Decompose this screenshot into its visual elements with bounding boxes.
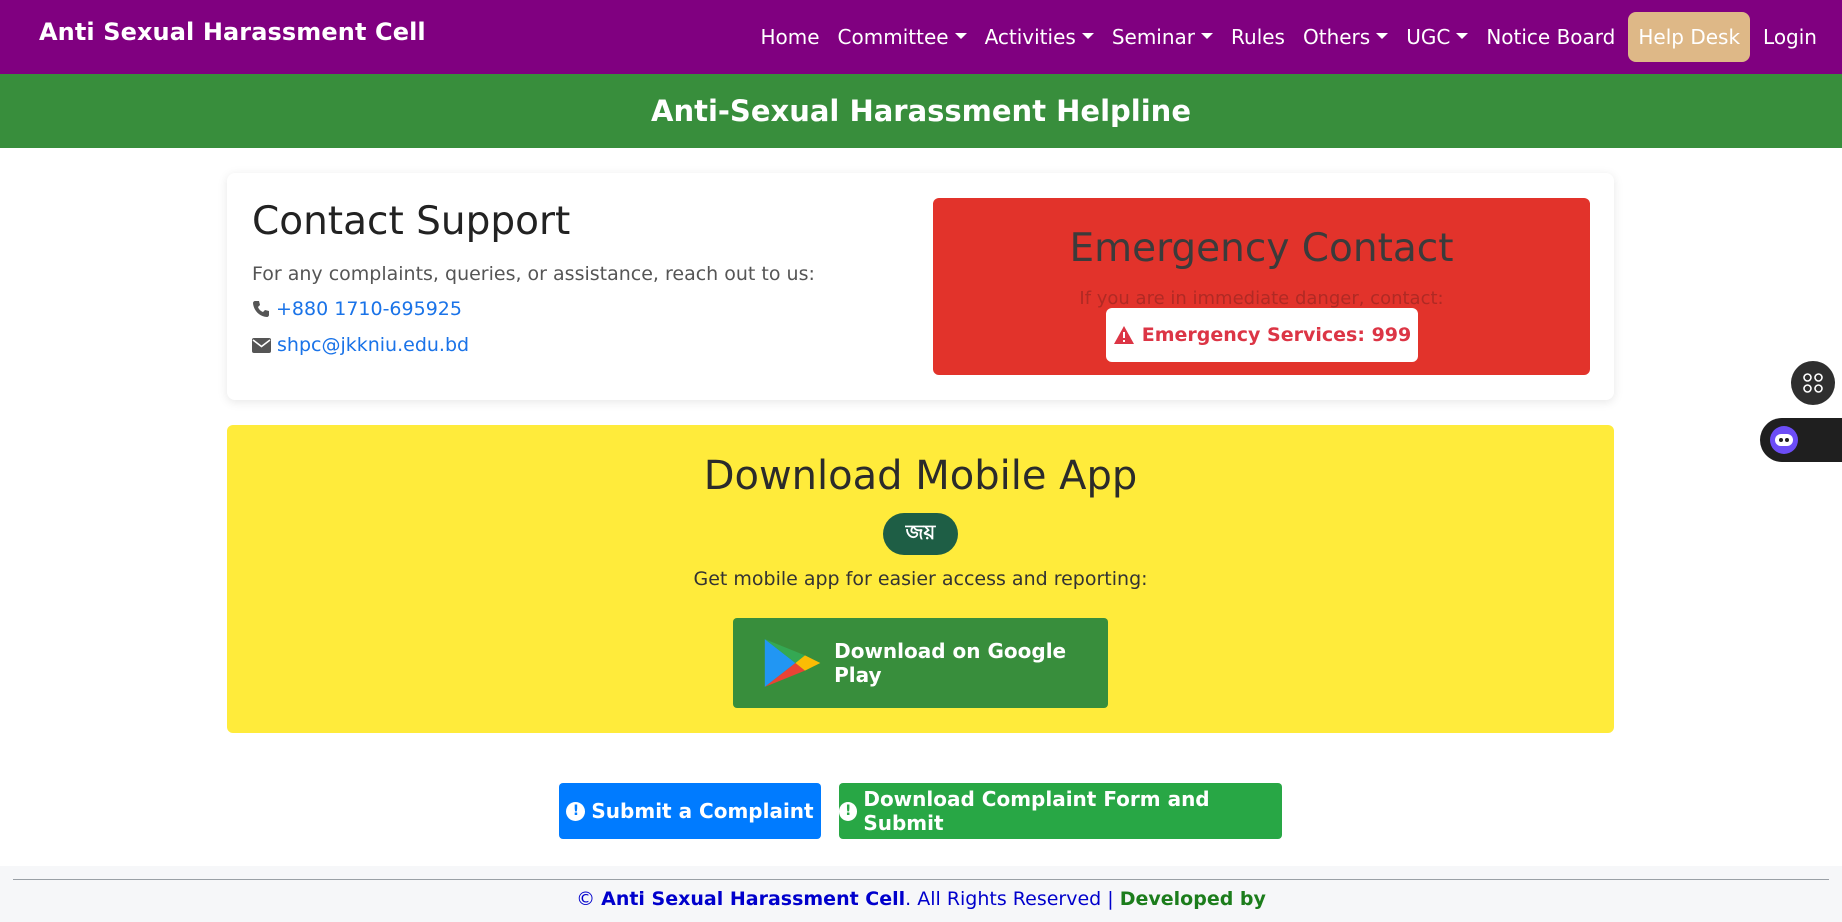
nav-menu: Home Committee Activities Seminar Rules … — [751, 11, 1826, 63]
nav-ugc-label: UGC — [1406, 25, 1451, 49]
exclamation-circle-icon: ! — [839, 801, 858, 821]
helpline-banner: Anti-Sexual Harassment Helpline — [0, 74, 1842, 148]
top-navbar: Anti Sexual Harassment Cell Home Committ… — [0, 0, 1842, 74]
contact-email: shpc@jkkniu.edu.bd — [252, 334, 469, 356]
nav-activities-label: Activities — [984, 25, 1076, 49]
footer-divider — [13, 879, 1829, 880]
emergency-subtitle: If you are in immediate danger, contact: — [1079, 288, 1444, 309]
footer-rights: . All Rights Reserved | — [905, 888, 1114, 910]
nav-notice-board-label: Notice Board — [1486, 25, 1616, 49]
footer-org-link[interactable]: Anti Sexual Harassment Cell — [601, 888, 905, 910]
helpline-title: Anti-Sexual Harassment Helpline — [651, 94, 1191, 128]
phone-link[interactable]: +880 1710-695925 — [276, 298, 462, 320]
mobile-app-card: Download Mobile App জয় Get mobile app f… — [227, 425, 1614, 733]
nav-login[interactable]: Login — [1754, 12, 1826, 62]
download-complaint-form-label: Download Complaint Form and Submit — [863, 787, 1210, 835]
caret-down-icon — [1376, 33, 1389, 39]
copyright-symbol: © — [576, 888, 596, 910]
nav-help-desk-label: Help Desk — [1638, 25, 1741, 49]
app-logo: জয় — [883, 513, 958, 555]
nav-rules-label: Rules — [1231, 25, 1285, 49]
nav-home-label: Home — [760, 25, 820, 49]
page-footer: © Anti Sexual Harassment Cell. All Right… — [0, 866, 1842, 922]
nav-seminar-dropdown[interactable]: Seminar — [1103, 12, 1222, 62]
app-logo-text: জয় — [905, 519, 936, 544]
contact-title: Contact Support — [252, 199, 571, 244]
nav-notice-board[interactable]: Notice Board — [1477, 12, 1624, 62]
contact-description: For any complaints, queries, or assistan… — [252, 263, 815, 285]
emergency-services-label: Emergency Services: 999 — [1141, 324, 1412, 346]
nav-committee-dropdown[interactable]: Committee — [829, 12, 976, 62]
nav-committee-label: Committee — [837, 25, 949, 49]
submit-complaint-label: Submit a Complaint — [591, 799, 814, 823]
nav-ugc-dropdown[interactable]: UGC — [1397, 12, 1477, 62]
command-glyph-icon — [1803, 373, 1823, 393]
footer-developed-by[interactable]: Developed by — [1120, 888, 1266, 910]
envelope-icon — [252, 337, 271, 353]
warning-triangle-icon — [1113, 326, 1134, 344]
bot-icon — [1770, 426, 1798, 454]
download-complaint-form-button[interactable]: ! Download Complaint Form and Submit — [839, 783, 1282, 839]
phone-icon — [253, 301, 269, 317]
email-link[interactable]: shpc@jkkniu.edu.bd — [277, 334, 469, 356]
exclamation-circle-icon: ! — [566, 801, 586, 821]
footer-text: © Anti Sexual Harassment Cell. All Right… — [0, 888, 1842, 910]
caret-down-icon — [1081, 33, 1094, 39]
nav-seminar-label: Seminar — [1111, 25, 1196, 49]
caret-down-icon — [1201, 33, 1214, 39]
emergency-contact-panel: Emergency Contact If you are in immediat… — [933, 198, 1590, 375]
chat-bot-widget[interactable] — [1760, 418, 1842, 462]
nav-others-dropdown[interactable]: Others — [1294, 12, 1397, 62]
contact-phone: +880 1710-695925 — [252, 298, 462, 320]
nav-home[interactable]: Home — [751, 12, 828, 62]
app-description: Get mobile app for easier access and rep… — [693, 568, 1148, 590]
nav-login-label: Login — [1763, 25, 1817, 49]
google-play-icon — [764, 639, 821, 687]
google-play-button[interactable]: Download on Google Play — [733, 618, 1108, 708]
command-icon[interactable] — [1791, 361, 1835, 405]
contact-support-card: Contact Support For any complaints, quer… — [227, 173, 1614, 400]
site-brand[interactable]: Anti Sexual Harassment Cell — [39, 18, 426, 46]
app-title: Download Mobile App — [703, 453, 1138, 499]
nav-activities-dropdown[interactable]: Activities — [976, 12, 1103, 62]
emergency-services-button[interactable]: Emergency Services: 999 — [1106, 308, 1418, 362]
google-play-label: Download on Google Play — [834, 639, 1067, 687]
nav-rules[interactable]: Rules — [1222, 12, 1294, 62]
submit-complaint-button[interactable]: ! Submit a Complaint — [559, 783, 821, 839]
caret-down-icon — [1456, 33, 1469, 39]
caret-down-icon — [954, 33, 967, 39]
nav-help-desk[interactable]: Help Desk — [1628, 12, 1751, 62]
nav-others-label: Others — [1302, 25, 1371, 49]
emergency-title: Emergency Contact — [1069, 226, 1454, 271]
